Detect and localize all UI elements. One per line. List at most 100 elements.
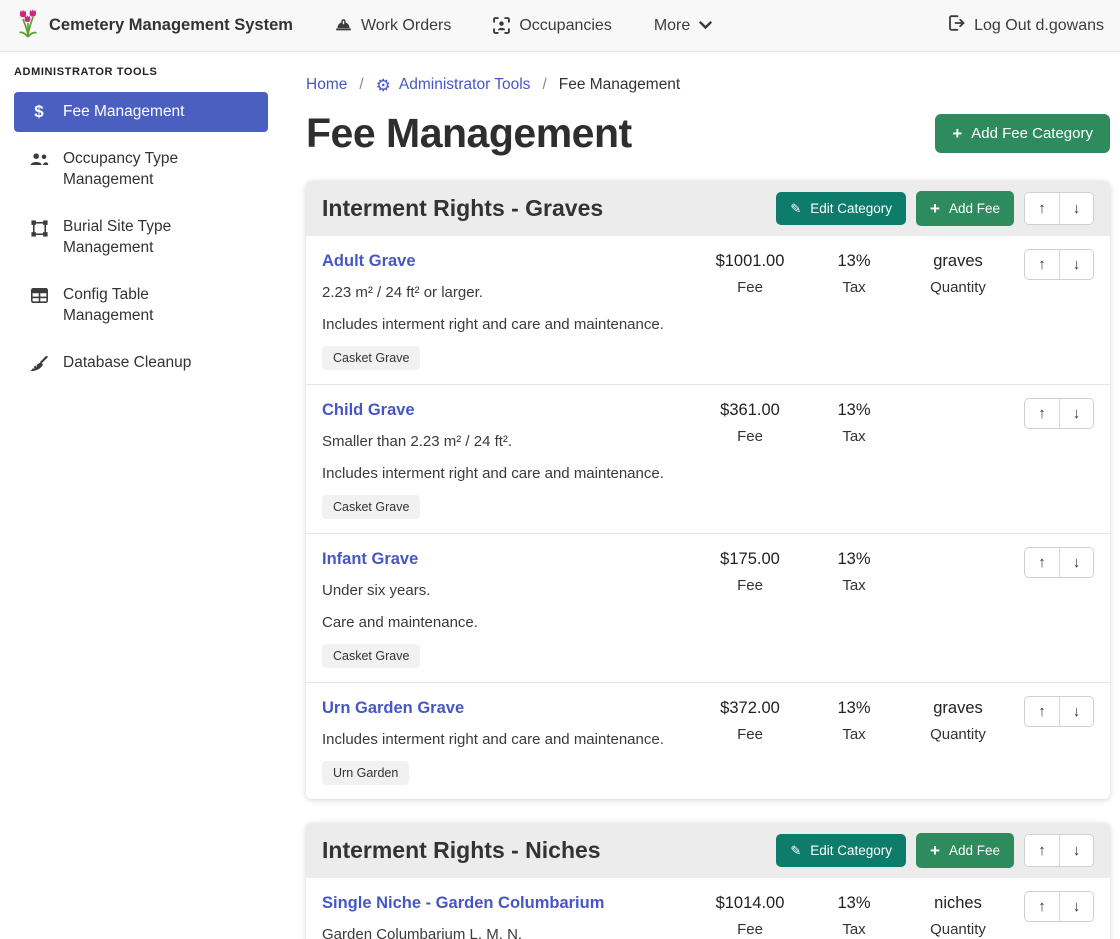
move-category-up-button[interactable]: ↑ [1025,193,1059,224]
logout-icon [948,15,965,36]
move-category-down-button[interactable]: ↓ [1059,835,1093,866]
fee-category-card: Interment Rights - Niches ✎ Edit Categor… [306,823,1110,939]
breadcrumb: Home / ⚙ Administrator Tools / Fee Manag… [306,76,1110,94]
fee-quantity-column: graves Quantity [906,696,1010,743]
fee-description: Includes interment right and care and ma… [322,314,690,335]
fee-row: Child Grave Smaller than 2.23 m² / 24 ft… [306,385,1110,534]
fee-category-header: Interment Rights - Niches ✎ Edit Categor… [306,823,1110,878]
sidebar-item-config-table-management[interactable]: Config Table Management [14,275,268,336]
fee-amount-value: $1001.00 [698,252,802,271]
move-category-up-button[interactable]: ↑ [1025,835,1059,866]
breadcrumb-admin-tools-link[interactable]: ⚙ Administrator Tools [376,76,531,94]
pencil-icon: ✎ [790,844,801,857]
fee-type-badge: Urn Garden [322,761,409,785]
add-fee-category-label: Add Fee Category [971,125,1093,142]
dollar-icon: $ [28,103,50,122]
add-fee-category-button[interactable]: + Add Fee Category [935,114,1110,153]
fee-type-badge: Casket Grave [322,346,420,370]
fee-tax-value: 13% [802,550,906,569]
fee-quantity-label: Quantity [906,921,1010,938]
move-fee-down-button[interactable]: ↓ [1059,399,1093,428]
fee-amount-column: $175.00 Fee [698,547,802,594]
move-fee-up-button[interactable]: ↑ [1025,399,1059,428]
fee-reorder-group: ↑ ↓ [1024,398,1094,429]
fee-description: Includes interment right and care and ma… [322,463,690,484]
fee-name-link[interactable]: Single Niche - Garden Columbarium [322,894,604,913]
nav-occupancies-label: Occupancies [519,17,612,35]
add-fee-button[interactable]: + Add Fee [916,191,1014,226]
edit-category-label: Edit Category [810,843,892,858]
fee-description: Includes interment right and care and ma… [322,729,690,750]
breadcrumb-separator: / [542,76,546,94]
edit-category-button[interactable]: ✎ Edit Category [776,834,906,867]
fee-tax-column: 13% Tax [802,398,906,445]
fee-name-link[interactable]: Adult Grave [322,252,416,271]
category-reorder-group: ↑ ↓ [1024,192,1094,225]
fee-quantity-unit: graves [906,699,1010,718]
sidebar-item-occupancy-type-management[interactable]: Occupancy Type Management [14,139,268,200]
fee-quantity-column [906,398,1010,406]
fee-description: Care and maintenance. [322,612,690,633]
fee-name-link[interactable]: Child Grave [322,401,415,420]
fee-type-badge: Casket Grave [322,644,420,668]
plus-icon: + [930,842,940,859]
sidebar-item-database-cleanup[interactable]: Database Cleanup [14,343,268,383]
pencil-icon: ✎ [790,202,801,215]
sidebar-menu: $ Fee Management Occupancy Type Manageme… [14,92,268,384]
edit-category-label: Edit Category [810,201,892,216]
move-fee-down-button[interactable]: ↓ [1059,250,1093,279]
fee-amount-value: $361.00 [698,401,802,420]
breadcrumb-separator: / [359,76,363,94]
fee-tax-value: 13% [802,401,906,420]
chevron-down-icon [699,21,712,30]
move-fee-down-button[interactable]: ↓ [1059,697,1093,726]
logout-label: Log Out d.gowans [974,17,1104,35]
plus-icon: + [952,125,962,142]
frame-icon [28,218,50,237]
add-fee-label: Add Fee [949,201,1000,216]
hard-hat-icon [335,18,352,33]
fee-tax-label: Tax [802,428,906,445]
fee-quantity-unit: graves [906,252,1010,271]
move-fee-down-button[interactable]: ↓ [1059,892,1093,921]
move-fee-up-button[interactable]: ↑ [1025,548,1059,577]
add-fee-button[interactable]: + Add Fee [916,833,1014,868]
fee-category-header: Interment Rights - Graves ✎ Edit Categor… [306,181,1110,236]
fee-row: Single Niche - Garden Columbarium Garden… [306,878,1110,939]
plus-icon: + [930,200,940,217]
fee-name-link[interactable]: Infant Grave [322,550,418,569]
fee-amount-column: $361.00 Fee [698,398,802,445]
breadcrumb-home-link[interactable]: Home [306,76,347,94]
logout-button[interactable]: Log Out d.gowans [948,15,1104,36]
nav-more[interactable]: More [654,17,712,35]
move-fee-up-button[interactable]: ↑ [1025,250,1059,279]
tulip-logo-icon [16,8,40,43]
fee-name-link[interactable]: Urn Garden Grave [322,699,464,718]
fee-amount-column: $1014.00 Fee [698,891,802,938]
fee-row: Infant Grave Under six years.Care and ma… [306,534,1110,683]
fee-quantity-label: Quantity [906,726,1010,743]
nav-more-label: More [654,17,690,35]
move-fee-up-button[interactable]: ↑ [1025,892,1059,921]
top-navbar: Cemetery Management System Work Orders [0,0,1120,52]
move-fee-up-button[interactable]: ↑ [1025,697,1059,726]
nav-occupancies[interactable]: Occupancies [493,17,612,35]
sidebar-item-burial-site-type-management[interactable]: Burial Site Type Management [14,207,268,268]
fee-category-list: Interment Rights - Graves ✎ Edit Categor… [306,181,1110,939]
breadcrumb-current: Fee Management [559,76,681,94]
fee-tax-column: 13% Tax [802,696,906,743]
nav-work-orders[interactable]: Work Orders [335,17,451,35]
app-title: Cemetery Management System [49,16,293,35]
move-fee-down-button[interactable]: ↓ [1059,548,1093,577]
people-icon [28,150,50,167]
fee-type-badge: Casket Grave [322,495,420,519]
fee-quantity-column [906,547,1010,555]
move-category-down-button[interactable]: ↓ [1059,193,1093,224]
fee-description: Garden Columbarium L, M, N. [322,924,690,939]
fee-quantity-label: Quantity [906,279,1010,296]
fee-category-card: Interment Rights - Graves ✎ Edit Categor… [306,181,1110,799]
edit-category-button[interactable]: ✎ Edit Category [776,192,906,225]
fee-amount-label: Fee [698,279,802,296]
sidebar-item-fee-management[interactable]: $ Fee Management [14,92,268,132]
app-brand: Cemetery Management System [16,8,293,43]
